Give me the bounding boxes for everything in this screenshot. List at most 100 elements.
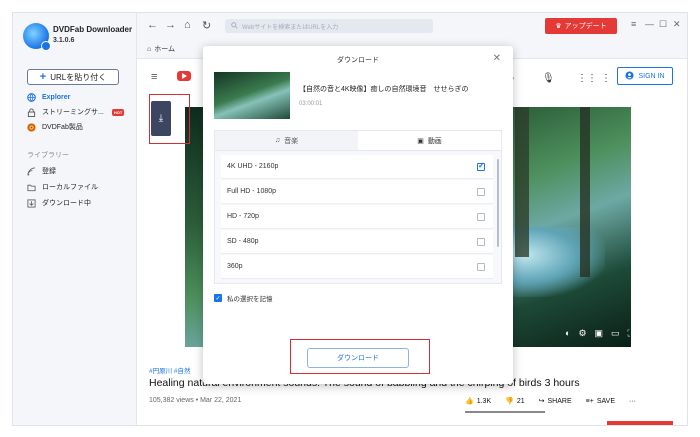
- quality-label: HD - 720p: [227, 213, 259, 220]
- video-icon: ▣: [417, 137, 424, 145]
- more-horiz-icon[interactable]: ···: [629, 397, 636, 405]
- sidebar-item-label: ローカルファイル: [42, 184, 98, 191]
- close-icon[interactable]: ✕: [673, 19, 681, 30]
- fullscreen-icon[interactable]: ⛶: [628, 328, 634, 339]
- update-label: アップデート: [564, 23, 607, 30]
- crown-icon: ♛: [555, 23, 562, 30]
- quality-checkbox[interactable]: [477, 187, 485, 196]
- home-icon: ⌂: [147, 45, 152, 53]
- tab-music-label: 音楽: [284, 137, 299, 145]
- theater-icon[interactable]: ▭: [611, 328, 620, 339]
- share-button[interactable]: ↪ SHARE: [539, 397, 572, 406]
- sidebar-item-label: DVDFab製品: [42, 124, 83, 131]
- refresh-icon[interactable]: ↻: [202, 19, 211, 32]
- video-frame-tree: [515, 107, 529, 257]
- quality-checkbox[interactable]: [477, 161, 485, 171]
- playlist-add-icon: ≡+: [585, 397, 594, 405]
- signal-icon: [27, 166, 36, 176]
- sidebar-item-label: ダウンロード中: [42, 200, 91, 207]
- dvdfab-icon: [27, 122, 36, 132]
- save-button[interactable]: ≡+ SAVE: [586, 397, 615, 405]
- quality-option-720p[interactable]: HD - 720p: [221, 205, 493, 229]
- hot-badge: HOT: [111, 108, 125, 116]
- dislike-button[interactable]: 👎 21: [505, 397, 525, 406]
- autoplay-toggle-icon[interactable]: ◐: [565, 328, 570, 339]
- video-frame-tree: [580, 107, 590, 277]
- quality-list-scrollbar[interactable]: [497, 159, 499, 247]
- quality-checkbox[interactable]: [477, 212, 485, 221]
- video-actions: 👍 1.3K 👎 21 ↪ SHARE ≡+ SAVE ···: [465, 397, 636, 406]
- app-name: DVDFab Downloader: [53, 25, 133, 34]
- like-ratio-bar: [465, 411, 545, 413]
- update-button[interactable]: ♛ アップデート: [545, 18, 617, 34]
- sidebar-item-dvdfab[interactable]: DVDFab製品: [27, 121, 83, 133]
- tab-music[interactable]: ♫ 音楽: [215, 131, 358, 150]
- tab-home[interactable]: ⌂ ホーム: [147, 44, 175, 54]
- home-icon[interactable]: ⌂: [184, 19, 191, 31]
- format-tabs: ♫ 音楽 ▣ 動画: [214, 130, 502, 150]
- sidebar-item-explorer[interactable]: Explorer: [27, 91, 70, 103]
- like-button[interactable]: 👍 1.3K: [465, 397, 492, 406]
- browser-toolbar: ← → ⌂ ↻ Webサイトを検索またはURLを入力 ♛ アップデート ≡ — …: [137, 13, 687, 41]
- remember-label: 私の選択を記憶: [227, 296, 273, 303]
- settings-icon[interactable]: ⚙: [578, 328, 586, 339]
- music-icon: ♫: [274, 137, 281, 144]
- quality-label: SD - 480p: [227, 238, 259, 245]
- quality-label: 360p: [227, 263, 243, 270]
- highlight-box-download-widget: [149, 94, 190, 144]
- sidebar-item-local-files[interactable]: ローカルファイル: [27, 181, 98, 193]
- globe-icon: [27, 92, 36, 102]
- miniplayer-icon[interactable]: ▣: [595, 328, 604, 339]
- dialog-title: ダウンロード: [337, 57, 379, 64]
- maximize-icon[interactable]: ☐: [659, 19, 667, 30]
- url-placeholder: Webサイトを検索またはURLを入力: [242, 24, 339, 31]
- app-version: 3.1.0.6: [53, 37, 75, 44]
- tab-video-label: 動画: [427, 137, 442, 145]
- download-dialog: ダウンロード ✕ 【自然の音と4K映像】癒しの自然環境音 せせらぎの 03:00…: [203, 46, 513, 384]
- thumb-down-icon: 👎: [505, 398, 514, 405]
- search-icon: [231, 21, 238, 31]
- url-input[interactable]: Webサイトを検索またはURLを入力: [225, 19, 433, 33]
- menu-icon[interactable]: ≡: [631, 19, 636, 29]
- sidebar-item-streaming[interactable]: ストリーミングサ... HOT: [27, 106, 125, 118]
- folder-icon: [27, 183, 36, 192]
- save-label: SAVE: [596, 397, 615, 405]
- quality-option-2160p[interactable]: 4K UHD - 2160p: [221, 155, 493, 179]
- logo-badge: [41, 41, 51, 51]
- youtube-logo-icon: [177, 71, 191, 81]
- tab-video[interactable]: ▣ 動画: [358, 131, 501, 150]
- tab-home-label: ホーム: [154, 46, 176, 53]
- remember-checkbox[interactable]: ✓: [214, 294, 222, 302]
- remember-choice[interactable]: ✓ 私の選択を記憶: [214, 293, 273, 303]
- sign-in-label: SIGN IN: [638, 72, 665, 80]
- subscribe-button[interactable]: [607, 421, 673, 425]
- dislike-count: 21: [516, 397, 525, 405]
- microphone-icon[interactable]: 🎙: [542, 73, 555, 84]
- quality-list: 4K UHD - 2160p Full HD - 1080p HD - 720p…: [214, 150, 502, 284]
- paste-url-button[interactable]: + URLを貼り付く: [27, 69, 119, 85]
- forward-icon[interactable]: →: [165, 19, 176, 31]
- sidebar: DVDFab Downloader 3.1.0.6 + URLを貼り付く Exp…: [13, 13, 137, 425]
- quality-option-360p[interactable]: 360p: [221, 255, 493, 279]
- minimize-icon[interactable]: —: [645, 19, 654, 29]
- paste-url-label: URLを貼り付く: [50, 72, 107, 82]
- quality-checkbox[interactable]: [477, 237, 485, 246]
- dialog-video-title: 【自然の音と4K映像】癒しの自然環境音 せせらぎの: [299, 86, 469, 93]
- lock-icon: [27, 107, 36, 117]
- more-vert-icon[interactable]: ⋮: [601, 73, 611, 84]
- quality-option-480p[interactable]: SD - 480p: [221, 230, 493, 254]
- back-icon[interactable]: ←: [147, 19, 158, 31]
- sign-in-button[interactable]: SIGN IN: [617, 67, 673, 85]
- quality-option-1080p[interactable]: Full HD - 1080p: [221, 180, 493, 204]
- sidebar-item-subscriptions[interactable]: 登録: [27, 165, 56, 177]
- apps-grid-icon[interactable]: ⋮⋮: [577, 73, 597, 84]
- like-count: 1.3K: [476, 397, 492, 405]
- sidebar-item-label: 登録: [42, 168, 56, 175]
- hamburger-icon[interactable]: ≡: [151, 71, 157, 83]
- quality-checkbox[interactable]: [477, 262, 485, 271]
- video-tags[interactable]: #円原川 #自然: [149, 365, 191, 375]
- video-views: 105,382 views • Mar 22, 2021: [149, 397, 242, 404]
- sidebar-item-downloading[interactable]: ダウンロード中: [27, 197, 91, 209]
- close-icon[interactable]: ✕: [493, 53, 501, 64]
- sidebar-item-label: Explorer: [42, 93, 71, 101]
